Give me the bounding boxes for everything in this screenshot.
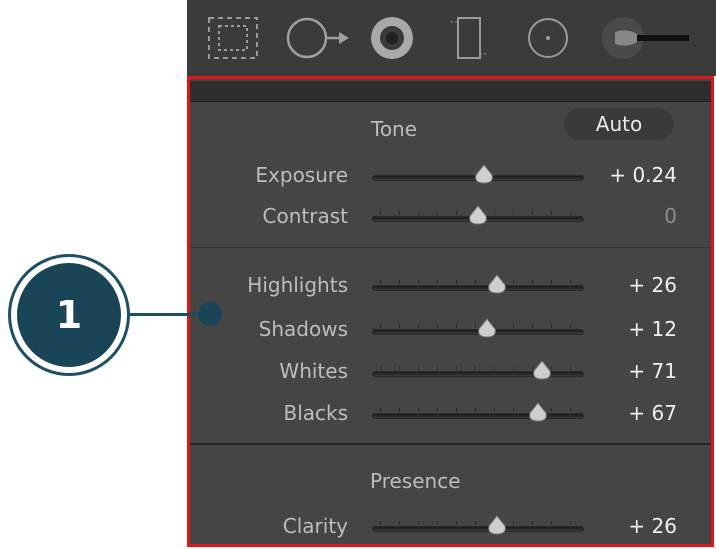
slider-row-whites: Whites + 71 bbox=[190, 353, 711, 389]
slider-label: Exposure bbox=[255, 163, 348, 187]
slider-row-exposure: Exposure + 0.24 bbox=[190, 157, 711, 193]
slider-row-shadows: Shadows + 12 bbox=[190, 311, 711, 347]
tone-section-title: Tone bbox=[371, 117, 418, 141]
callout-anchor-dot bbox=[198, 302, 222, 326]
slider-label: Contrast bbox=[262, 204, 348, 228]
slider-value[interactable]: + 26 bbox=[628, 514, 677, 538]
auto-tone-button[interactable]: Auto bbox=[564, 108, 674, 140]
spot-removal-icon[interactable] bbox=[285, 14, 355, 62]
panel-header-bar bbox=[190, 81, 711, 102]
section-divider bbox=[190, 247, 711, 248]
slider-value[interactable]: + 0.24 bbox=[609, 163, 677, 187]
slider-row-contrast: Contrast 0 bbox=[190, 198, 711, 234]
tool-strip bbox=[187, 0, 716, 76]
slider-value[interactable]: + 26 bbox=[628, 273, 677, 297]
crop-overlay-icon[interactable] bbox=[205, 14, 261, 62]
slider-label: Whites bbox=[279, 359, 348, 383]
graduated-filter-icon[interactable] bbox=[449, 14, 489, 62]
clarity-slider[interactable] bbox=[372, 512, 584, 542]
contrast-slider[interactable] bbox=[372, 202, 584, 232]
slider-value[interactable]: 0 bbox=[664, 204, 677, 228]
slider-label: Clarity bbox=[282, 514, 348, 538]
highlights-slider[interactable] bbox=[372, 271, 584, 301]
slider-label: Highlights bbox=[247, 273, 348, 297]
slider-label: Blacks bbox=[283, 401, 348, 425]
callout-number: 1 bbox=[17, 263, 121, 367]
red-eye-icon[interactable] bbox=[367, 14, 417, 62]
slider-value[interactable]: + 71 bbox=[628, 359, 677, 383]
slider-label: Shadows bbox=[258, 317, 348, 341]
exposure-slider[interactable] bbox=[372, 161, 584, 191]
presence-section-title: Presence bbox=[370, 469, 461, 493]
slider-value[interactable]: + 67 bbox=[628, 401, 677, 425]
basic-panel: Tone Auto Exposure + 0.24 Contrast 0 Hig… bbox=[187, 76, 714, 547]
slider-row-blacks: Blacks + 67 bbox=[190, 395, 711, 431]
section-divider bbox=[190, 443, 711, 445]
slider-value[interactable]: + 12 bbox=[628, 317, 677, 341]
slider-row-highlights: Highlights + 26 bbox=[190, 267, 711, 303]
blacks-slider[interactable] bbox=[372, 399, 584, 429]
adjustment-brush-icon[interactable] bbox=[599, 14, 695, 62]
whites-slider[interactable] bbox=[372, 357, 584, 387]
radial-filter-icon[interactable] bbox=[525, 14, 571, 62]
shadows-slider[interactable] bbox=[372, 315, 584, 345]
slider-row-clarity: Clarity + 26 bbox=[190, 508, 711, 544]
